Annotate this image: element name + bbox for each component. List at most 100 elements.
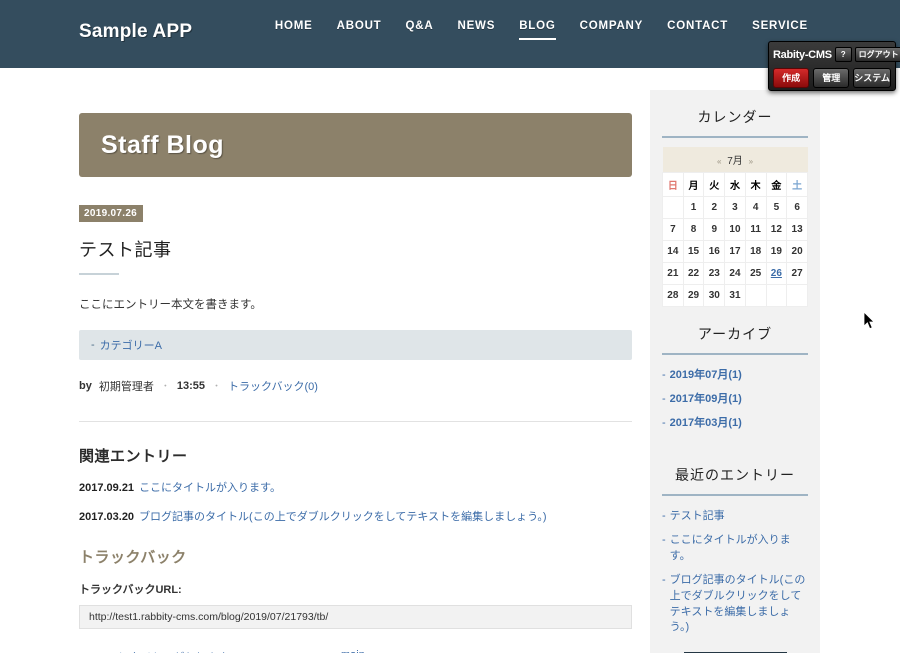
nav-item-home[interactable]: HOME <box>275 20 313 38</box>
cms-logo: Rabity-CMS <box>773 48 832 61</box>
calendar-day-25: 25 <box>744 262 767 285</box>
related-entries-list: 2017.09.21 ここにタイトルが入ります。 2017.03.20 ブログ記事のタ… <box>79 479 632 524</box>
related-entry-item: 2017.03.20 ブログ記事のタイトル(この上でダブルクリックをしてテキストを… <box>79 508 632 524</box>
recent-entry-link[interactable]: ここにタイトルが入ります。 <box>670 533 808 565</box>
calendar-day-24: 24 <box>724 262 746 285</box>
archive-link[interactable]: 2019年07月(1) <box>670 368 742 384</box>
recent-entry-link[interactable]: ブログ記事のタイトル(この上でダブルクリックをしてテキストを編集しましょう。) <box>670 573 808 637</box>
byline-author: 初期管理者 <box>98 380 154 393</box>
trackback-url-label: トラックバックURL: <box>79 583 182 596</box>
archive-link[interactable]: 2017年03月(1) <box>670 416 742 432</box>
calendar-week-row: 28 29 30 31 <box>662 284 808 307</box>
calendar-day-link[interactable]: 26 <box>771 268 782 279</box>
calendar-day-7: 7 <box>662 218 684 241</box>
trackback-section: トラックバック トラックバックURL: http://test1.rabbity… <box>79 546 632 629</box>
recent-entry-link[interactable]: テスト記事 <box>670 509 725 525</box>
entry-byline: by 初期管理者 ・ 13:55 ・ トラックバック(0) <box>79 378 632 394</box>
calendar-month-cell: « 7月 » <box>662 147 808 173</box>
byline-separator-2: ・ <box>212 381 222 392</box>
calendar-heading: カレンダー <box>697 109 773 125</box>
calendar-day-31: 31 <box>724 284 746 307</box>
calendar-day-26[interactable]: 26 <box>765 262 788 285</box>
list-bullet-icon: - <box>662 416 666 429</box>
cms-help-button[interactable]: ? <box>834 47 852 62</box>
calendar-day-23: 23 <box>703 262 726 285</box>
calendar-weekday-0: 日 <box>662 172 684 197</box>
calendar-heading-rule <box>662 136 808 138</box>
calendar-day-4: 4 <box>744 196 767 219</box>
nav-item-service[interactable]: SERVICE <box>752 20 808 38</box>
calendar-week-row: 14 15 16 17 18 19 20 <box>662 240 808 263</box>
related-entry-date: 2017.03.20 <box>79 510 135 523</box>
calendar-month-row: « 7月 » <box>662 147 808 173</box>
main-content: Staff Blog 2019.07.26 テスト記事 ここにエントリー本文を書… <box>79 113 632 653</box>
calendar-weekday-6: 土 <box>786 172 808 197</box>
cms-admin-toolbar[interactable]: Rabity-CMS ? ログアウト 作成 管理 システム <box>768 41 900 91</box>
list-bullet-icon: - <box>662 509 666 522</box>
sidebar-calendar-widget: カレンダー « 7月 » 日月火水木金土 1 2 3 4 5 6 7 8 9 10 11 12 13 14 1… <box>662 90 808 307</box>
calendar-day-14: 14 <box>662 240 684 263</box>
calendar-next-month-icon[interactable]: » <box>746 157 756 166</box>
main-navigation: HOME ABOUT Q&A NEWS BLOG COMPANY CONTACT SERVIC… <box>275 20 808 40</box>
calendar-weekday-1: 月 <box>682 172 705 197</box>
prev-entry-link[interactable]: « «ここにタイトルが入ります。 <box>79 649 238 653</box>
entry-pagination: « «ここにタイトルが入ります。 main <box>79 649 632 653</box>
cms-toolbar-top-row: Rabity-CMS ? ログアウト <box>773 45 900 64</box>
trackback-count-link[interactable]: トラックバック(0) <box>228 378 318 394</box>
site-brand[interactable]: Sample APP <box>79 21 192 43</box>
nav-item-about[interactable]: ABOUT <box>337 20 382 38</box>
calendar-month-label: 7月 <box>727 156 743 167</box>
entry-category-box[interactable]: - カテゴリーA <box>79 329 632 360</box>
entry-body-text: ここにエントリー本文を書きます。 <box>79 299 262 311</box>
cms-button-manage[interactable]: 管理 <box>813 68 850 88</box>
category-dash-icon: - <box>91 338 95 351</box>
cms-button-create[interactable]: 作成 <box>773 68 810 88</box>
content-divider <box>79 420 632 422</box>
calendar-table[interactable]: « 7月 » 日月火水木金土 1 2 3 4 5 6 7 8 9 10 11 12 13 14 15 16 17 1… <box>662 147 808 307</box>
calendar-day-16: 16 <box>703 240 726 263</box>
nav-item-blog[interactable]: BLOG <box>519 20 556 40</box>
nav-item-q-a[interactable]: Q&A <box>406 20 434 38</box>
list-bullet-icon: - <box>662 573 666 586</box>
calendar-day-18: 18 <box>744 240 767 263</box>
calendar-day-11: 11 <box>744 218 767 241</box>
calendar-day-15: 15 <box>682 240 705 263</box>
related-entry-link[interactable]: ここにタイトルが入ります。 <box>139 482 281 494</box>
list-bullet-icon: - <box>662 533 666 546</box>
recent-heading-rule <box>662 493 808 496</box>
archive-heading: アーカイブ <box>697 326 773 342</box>
main-index-link[interactable]: main <box>341 649 365 653</box>
calendar-day-empty <box>744 284 767 307</box>
entry-article: 2019.07.26 テスト記事 ここにエントリー本文を書きます。 - カテゴリ… <box>79 177 632 394</box>
calendar-day-29: 29 <box>682 284 705 307</box>
calendar-day-10: 10 <box>724 218 746 241</box>
site-header: Sample APP HOME ABOUT Q&A NEWS BLOG COMPANY CO… <box>0 0 900 68</box>
calendar-week-row: 21 22 23 24 25 26 27 <box>662 262 808 285</box>
calendar-day-12: 12 <box>765 218 788 241</box>
entry-title: テスト記事 <box>79 240 172 260</box>
nav-item-contact[interactable]: CONTACT <box>667 20 728 38</box>
calendar-weekday-row: 日月火水木金土 <box>662 172 808 197</box>
title-underline-rule <box>79 273 119 275</box>
calendar-weekday-2: 火 <box>703 172 726 197</box>
list-bullet-icon: - <box>662 369 666 381</box>
byline-separator-1: ・ <box>160 381 170 392</box>
related-entry-link[interactable]: ブログ記事のタイトル(この上でダブルクリックをしてテキストを編集しましょう。) <box>139 511 547 523</box>
trackback-url-field[interactable]: http://test1.rabbity-cms.com/blog/2019/0… <box>79 604 632 629</box>
calendar-day-empty <box>765 284 788 307</box>
entry-category-link[interactable]: カテゴリーA <box>100 337 162 353</box>
calendar-day-3: 3 <box>724 196 746 219</box>
calendar-day-13: 13 <box>786 218 808 241</box>
calendar-day-21: 21 <box>662 262 684 285</box>
calendar-day-28: 28 <box>662 284 684 307</box>
calendar-day-22: 22 <box>682 262 705 285</box>
nav-item-company[interactable]: COMPANY <box>580 20 644 38</box>
archive-link[interactable]: 2017年09月(1) <box>670 392 742 408</box>
recent-entry-item: - ブログ記事のタイトル(この上でダブルクリックをしてテキストを編集しましょう。) <box>662 573 808 637</box>
nav-item-news[interactable]: NEWS <box>457 20 495 38</box>
cms-toolbar-bottom-row: 作成 管理 システム <box>773 67 892 89</box>
cms-logout-button[interactable]: ログアウト <box>854 47 900 62</box>
related-entries-heading: 関連エントリー <box>79 447 188 465</box>
calendar-prev-month-icon[interactable]: « <box>714 157 724 166</box>
cms-button-system[interactable]: システム <box>853 68 892 88</box>
